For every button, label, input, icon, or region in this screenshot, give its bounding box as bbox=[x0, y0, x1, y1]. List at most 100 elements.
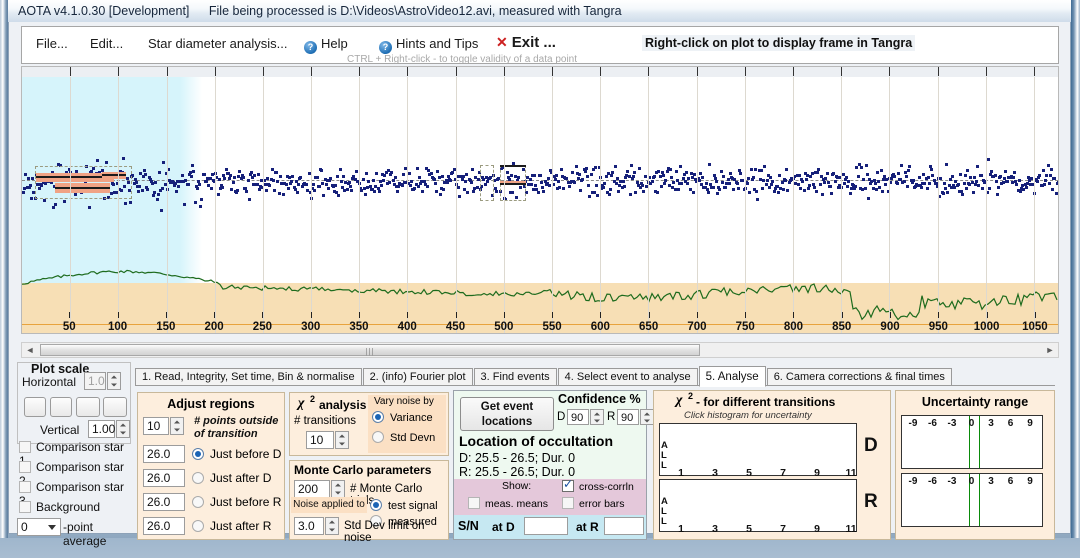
data-point[interactable] bbox=[315, 176, 319, 180]
data-point[interactable] bbox=[1015, 183, 1019, 187]
data-point[interactable] bbox=[907, 169, 911, 173]
data-point[interactable] bbox=[613, 164, 617, 168]
data-point[interactable] bbox=[191, 163, 195, 167]
data-point[interactable] bbox=[339, 179, 343, 183]
data-point[interactable] bbox=[604, 175, 608, 179]
data-point[interactable] bbox=[245, 189, 249, 193]
data-point[interactable] bbox=[706, 190, 710, 194]
data-point[interactable] bbox=[1044, 178, 1048, 182]
data-point[interactable] bbox=[380, 183, 383, 187]
data-point[interactable] bbox=[533, 174, 537, 178]
data-point[interactable] bbox=[1002, 176, 1006, 180]
data-point[interactable] bbox=[87, 206, 91, 210]
data-point[interactable] bbox=[900, 164, 904, 167]
data-point[interactable] bbox=[697, 178, 701, 182]
checkbox-cross-corrln[interactable]: cross-corrln bbox=[562, 477, 634, 493]
data-point[interactable] bbox=[200, 198, 204, 201]
data-point[interactable] bbox=[561, 187, 565, 190]
data-point[interactable] bbox=[607, 193, 611, 197]
data-point[interactable] bbox=[205, 179, 208, 183]
data-point[interactable] bbox=[256, 172, 260, 176]
data-point[interactable] bbox=[824, 176, 828, 180]
data-point[interactable] bbox=[223, 176, 227, 180]
data-point[interactable] bbox=[691, 191, 695, 195]
data-point[interactable] bbox=[396, 189, 400, 193]
points-outside-input[interactable]: 10 bbox=[143, 417, 169, 435]
confidence-r-input[interactable]: 90 bbox=[617, 409, 639, 425]
data-point[interactable] bbox=[1054, 191, 1058, 195]
data-point[interactable] bbox=[650, 179, 654, 183]
light-curve-plot[interactable] bbox=[21, 66, 1059, 334]
data-point[interactable] bbox=[290, 179, 294, 183]
scale-button-1[interactable] bbox=[24, 397, 46, 417]
data-point[interactable] bbox=[574, 164, 578, 168]
data-point[interactable] bbox=[626, 169, 630, 173]
data-point[interactable] bbox=[939, 177, 943, 180]
data-point[interactable] bbox=[596, 194, 600, 197]
histogram-r[interactable] bbox=[659, 479, 857, 532]
data-point[interactable] bbox=[628, 193, 632, 196]
data-point[interactable] bbox=[959, 173, 962, 177]
data-point[interactable] bbox=[727, 181, 731, 185]
data-point[interactable] bbox=[142, 168, 146, 172]
data-point[interactable] bbox=[732, 188, 736, 192]
tab-4[interactable]: 4. Select event to analyse bbox=[557, 368, 698, 386]
data-point[interactable] bbox=[134, 180, 138, 184]
data-point[interactable] bbox=[367, 179, 371, 183]
data-point[interactable] bbox=[436, 169, 440, 173]
std-dev-limit-stepper[interactable] bbox=[325, 517, 339, 535]
data-point[interactable] bbox=[698, 171, 702, 175]
data-point[interactable] bbox=[708, 163, 712, 167]
data-point[interactable] bbox=[579, 189, 583, 193]
scroll-left-arrow-icon[interactable]: ◄ bbox=[22, 343, 38, 357]
data-point[interactable] bbox=[746, 181, 749, 185]
data-point[interactable] bbox=[711, 185, 715, 189]
data-point[interactable] bbox=[778, 174, 782, 178]
data-point[interactable] bbox=[864, 164, 868, 168]
radio-test-signal[interactable]: test signal bbox=[370, 499, 438, 512]
data-point[interactable] bbox=[1012, 176, 1015, 180]
data-point[interactable] bbox=[354, 170, 358, 174]
data-point[interactable] bbox=[199, 204, 203, 208]
data-point[interactable] bbox=[282, 193, 286, 197]
data-point[interactable] bbox=[748, 191, 752, 194]
data-point[interactable] bbox=[611, 171, 615, 175]
radio-std-devn[interactable]: Std Devn bbox=[372, 431, 435, 444]
data-point[interactable] bbox=[668, 167, 672, 171]
data-point[interactable] bbox=[880, 190, 884, 193]
data-point[interactable] bbox=[63, 199, 67, 203]
data-point[interactable] bbox=[938, 195, 942, 199]
data-point[interactable] bbox=[919, 185, 923, 189]
data-point[interactable] bbox=[632, 174, 636, 178]
data-point[interactable] bbox=[26, 176, 30, 180]
data-point[interactable] bbox=[602, 186, 606, 190]
data-point[interactable] bbox=[401, 172, 405, 176]
data-point[interactable] bbox=[284, 182, 288, 186]
data-point[interactable] bbox=[408, 184, 412, 187]
data-point[interactable] bbox=[820, 192, 824, 196]
data-point[interactable] bbox=[997, 185, 1000, 189]
data-point[interactable] bbox=[686, 182, 690, 186]
data-point[interactable] bbox=[251, 176, 255, 180]
data-point[interactable] bbox=[146, 188, 150, 191]
data-point[interactable] bbox=[797, 173, 801, 177]
data-point[interactable] bbox=[449, 178, 453, 182]
data-point[interactable] bbox=[129, 201, 133, 204]
data-point[interactable] bbox=[785, 167, 789, 171]
data-point[interactable] bbox=[930, 168, 934, 172]
data-point[interactable] bbox=[656, 190, 660, 194]
data-point[interactable] bbox=[286, 186, 290, 190]
data-point[interactable] bbox=[299, 176, 303, 180]
data-point[interactable] bbox=[584, 166, 588, 170]
data-point[interactable] bbox=[1003, 169, 1007, 173]
region-value-before-r[interactable]: 26.0 bbox=[143, 493, 185, 511]
data-point[interactable] bbox=[818, 182, 822, 186]
scale-button-10[interactable] bbox=[76, 397, 100, 417]
data-point[interactable] bbox=[232, 176, 236, 180]
data-point[interactable] bbox=[927, 181, 931, 185]
data-point[interactable] bbox=[603, 181, 607, 185]
data-point[interactable] bbox=[238, 169, 242, 173]
data-point[interactable] bbox=[728, 172, 732, 176]
data-point[interactable] bbox=[751, 176, 755, 180]
data-point[interactable] bbox=[122, 157, 126, 161]
